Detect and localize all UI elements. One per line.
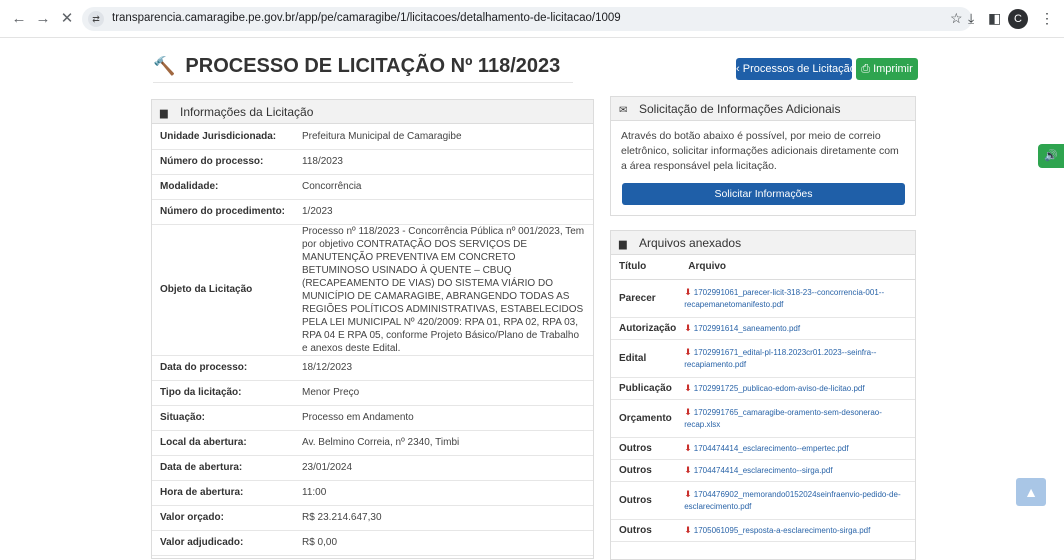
table-row: Objeto da Licitação Processo nº 118/2023 … bbox=[152, 224, 593, 356]
download-icon: ⬇ bbox=[684, 382, 692, 393]
table-row: Situação: Processo em Andamento bbox=[152, 405, 593, 431]
download-icon: ⬇ bbox=[684, 322, 692, 333]
table-row: Número do processo: 118/2023 bbox=[152, 149, 593, 175]
file-link[interactable]: ⬇ 1705061095_resposta-a-esclarecimento-si… bbox=[680, 519, 915, 542]
download-icon: ⬇ bbox=[684, 286, 692, 297]
scroll-to-top-button[interactable]: ▲ bbox=[1016, 478, 1046, 506]
star-icon[interactable]: ☆ bbox=[950, 10, 963, 27]
sidepanel-icon[interactable]: ◧ bbox=[988, 10, 1001, 27]
attached-files-panel: ▆ Arquivos anexados Título Arquivo Parece… bbox=[610, 230, 916, 560]
table-row: Outros ⬇ 1704474414_esclarecimento--empert… bbox=[611, 437, 915, 460]
file-link[interactable]: ⬇ 1702991765_camaragibe-oramento-sem-deso… bbox=[680, 399, 915, 438]
download-icon: ⬇ bbox=[684, 442, 692, 453]
panel-header: ▆ Informações da Licitação bbox=[152, 100, 593, 124]
file-link[interactable]: ⬇ 1702991614_saneamento.pdf bbox=[680, 317, 915, 340]
address-bar[interactable]: ⇄ transparencia.camaragibe.pe.gov.br/app… bbox=[82, 7, 972, 31]
request-description: Através do botão abaixo é possível, por … bbox=[621, 130, 899, 172]
request-info-button[interactable]: Solicitar Informações bbox=[622, 183, 905, 205]
table-row: Local da abertura: Av. Belmino Correia, n… bbox=[152, 430, 593, 456]
table-row: Valor adjudicado: R$ 0,00 bbox=[152, 530, 593, 556]
title-divider bbox=[153, 82, 573, 83]
close-icon[interactable]: ✕ bbox=[58, 11, 76, 27]
table-row: Número do procedimento: 1/2023 bbox=[152, 199, 593, 225]
file-link[interactable]: ⬇ 1702991061_parecer-licit-318-23--concor… bbox=[680, 279, 915, 318]
print-button[interactable]: ⎙ Imprimir bbox=[856, 58, 918, 80]
table-row: Outros ⬇ 1704474414_esclarecimento--sirga.… bbox=[611, 459, 915, 482]
panel-header: ✉ Solicitação de Informações Adicionais bbox=[611, 97, 915, 121]
download-icon: ⬇ bbox=[684, 524, 692, 535]
back-to-processes-button[interactable]: ‹ Processos de Licitação bbox=[736, 58, 856, 80]
file-link[interactable]: ⬇ 1702991671_edital-pl-118.2023cr01.2023-… bbox=[680, 339, 915, 378]
table-row: Modalidade: Concorrência bbox=[152, 174, 593, 200]
download-icon: ⬇ bbox=[684, 464, 692, 475]
bidding-info-panel: ▆ Informações da Licitação Unidade Jurisd… bbox=[151, 99, 594, 559]
info-table: Unidade Jurisdicionada: Prefeitura Munici… bbox=[152, 124, 593, 556]
table-row: Outros ⬇ 1704476902_memorando0152024seinfr… bbox=[611, 481, 915, 520]
site-settings-icon[interactable]: ⇄ bbox=[88, 11, 104, 27]
speaker-icon: 🔊 bbox=[1044, 150, 1058, 162]
accessibility-audio-button[interactable]: 🔊 bbox=[1038, 144, 1064, 168]
table-row: Data do processo: 18/12/2023 bbox=[152, 355, 593, 381]
forward-arrow-icon[interactable]: → bbox=[34, 11, 52, 27]
table-header-row: Título Arquivo bbox=[611, 255, 915, 280]
file-link[interactable]: ⬇ 1704476902_memorando0152024seinfraenvio… bbox=[680, 481, 915, 520]
chevron-up-icon: ▲ bbox=[1024, 484, 1038, 500]
page-title: 🔨 PROCESSO DE LICITAÇÃO Nº 118/2023 bbox=[153, 55, 561, 77]
files-table: Título Arquivo Parecer ⬇ 1702991061_parece… bbox=[611, 255, 915, 542]
download-icon: ⬇ bbox=[684, 488, 692, 499]
table-row: Orçamento ⬇ 1702991765_camaragibe-oramento… bbox=[611, 399, 915, 438]
column-header-file: Arquivo bbox=[680, 255, 915, 280]
file-link[interactable]: ⬇ 1702991725_publicao-edom-aviso-de-licit… bbox=[680, 377, 915, 400]
browser-toolbar: ← → ✕ ⇄ transparencia.camaragibe.pe.gov.… bbox=[0, 0, 1064, 38]
back-arrow-icon[interactable]: ← bbox=[10, 11, 28, 27]
file-link[interactable]: ⬇ 1704474414_esclarecimento--empertec.pdf bbox=[680, 437, 915, 460]
table-row: Publicação ⬇ 1702991725_publicao-edom-avis… bbox=[611, 377, 915, 400]
url-text[interactable]: transparencia.camaragibe.pe.gov.br/app/p… bbox=[112, 12, 621, 24]
info-request-panel: ✉ Solicitação de Informações Adicionais A… bbox=[610, 96, 916, 216]
document-icon: ▆ bbox=[160, 108, 168, 119]
file-link[interactable]: ⬇ 1704474414_esclarecimento--sirga.pdf bbox=[680, 459, 915, 482]
table-row: Tipo da licitação: Menor Preço bbox=[152, 380, 593, 406]
download-icon: ⬇ bbox=[684, 406, 692, 417]
table-row: Hora de abertura: 11:00 bbox=[152, 480, 593, 506]
download-icon: ⬇ bbox=[684, 346, 692, 357]
table-row: Parecer ⬇ 1702991061_parecer-licit-318-23-… bbox=[611, 279, 915, 318]
download-icon[interactable]: ⤓ bbox=[968, 10, 974, 27]
table-row: Autorização ⬇ 1702991614_saneamento.pdf bbox=[611, 317, 915, 340]
profile-avatar[interactable]: C bbox=[1008, 9, 1028, 29]
panel-header: ▆ Arquivos anexados bbox=[611, 231, 915, 255]
table-row: Outros ⬇ 1705061095_resposta-a-esclarecime… bbox=[611, 519, 915, 542]
column-header-title: Título bbox=[611, 255, 681, 280]
table-row: Valor orçado: R$ 23.214.647,30 bbox=[152, 505, 593, 531]
menu-kebab-icon[interactable]: ⋮ bbox=[1040, 10, 1054, 27]
table-row: Data de abertura: 23/01/2024 bbox=[152, 455, 593, 481]
table-row: Unidade Jurisdicionada: Prefeitura Munici… bbox=[152, 124, 593, 150]
hammer-icon: 🔨 bbox=[153, 56, 176, 76]
envelope-icon: ✉ bbox=[619, 105, 628, 116]
archive-icon: ▆ bbox=[619, 239, 627, 250]
table-row: Edital ⬇ 1702991671_edital-pl-118.2023cr01… bbox=[611, 339, 915, 378]
